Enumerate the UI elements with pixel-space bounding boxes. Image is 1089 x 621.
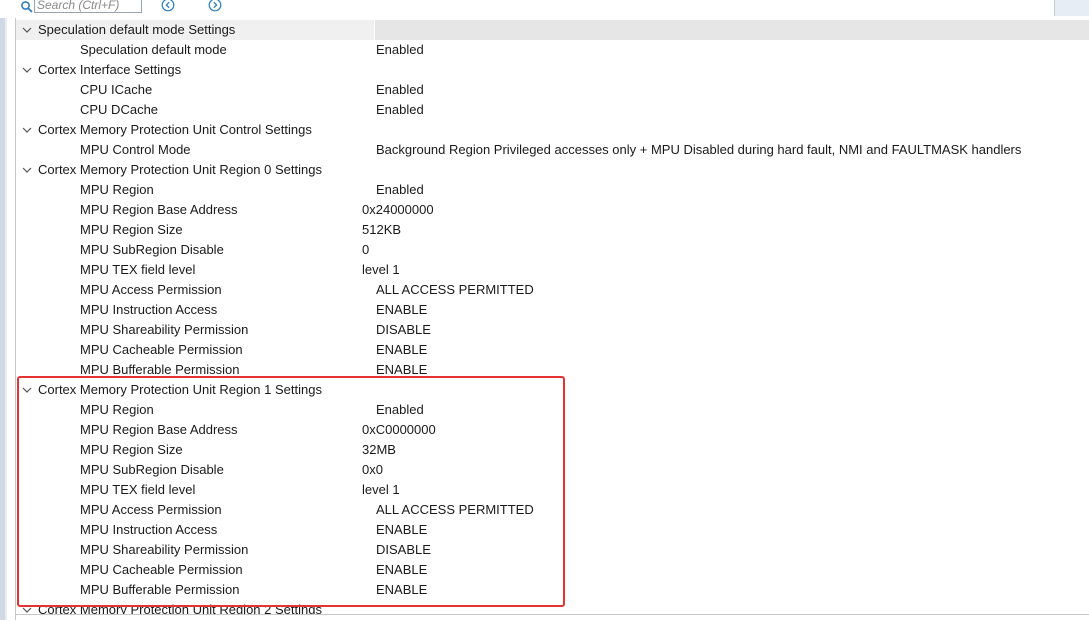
chevron-down-icon[interactable]	[22, 66, 32, 74]
param-value[interactable]: ALL ACCESS PERMITTED	[376, 500, 534, 520]
param-value[interactable]: DISABLE	[376, 320, 431, 340]
tree-param-row[interactable]: MPU Instruction Access ENABLE	[16, 300, 1089, 320]
tree-param-row[interactable]: MPU Region Base Address 0x24000000	[16, 200, 1089, 220]
settings-tree: Speculation default mode Settings Specula…	[16, 20, 1089, 620]
tree-param-row[interactable]: Speculation default mode Enabled	[16, 40, 1089, 60]
param-label: MPU SubRegion Disable	[80, 462, 224, 477]
tree-param-row[interactable]: MPU Shareability Permission DISABLE	[16, 540, 1089, 560]
tree-group-label: Cortex Interface Settings	[38, 62, 182, 77]
chevron-down-icon[interactable]	[22, 126, 32, 134]
param-value[interactable]: 512KB	[362, 220, 401, 240]
tree-param-row[interactable]: MPU Region Size 512KB	[16, 220, 1089, 240]
param-label: MPU Region Base Address	[80, 202, 238, 217]
chevron-down-icon[interactable]	[22, 386, 32, 394]
tree-param-row[interactable]: CPU ICache Enabled	[16, 80, 1089, 100]
param-label: MPU TEX field level	[80, 262, 196, 277]
tree-group-row[interactable]: Cortex Memory Protection Unit Region 0 S…	[16, 160, 1089, 180]
chevron-right-circle-icon[interactable]	[208, 0, 222, 12]
chevron-down-icon[interactable]	[22, 26, 32, 34]
tree-group-label: Cortex Memory Protection Unit Region 0 S…	[38, 162, 322, 177]
tree-param-row[interactable]: MPU Region Enabled	[16, 400, 1089, 420]
param-label: MPU Region Base Address	[80, 422, 238, 437]
toolbar	[0, 0, 1089, 18]
tree-param-row[interactable]: MPU Bufferable Permission ENABLE	[16, 580, 1089, 600]
param-value[interactable]: ENABLE	[376, 340, 427, 360]
tree-param-row[interactable]: MPU TEX field level level 1	[16, 480, 1089, 500]
param-label: MPU Cacheable Permission	[80, 562, 243, 577]
param-value[interactable]: 32MB	[362, 440, 396, 460]
param-label: MPU Access Permission	[80, 502, 222, 517]
param-value[interactable]: ENABLE	[376, 580, 427, 600]
left-panel-edge-inner	[5, 0, 7, 620]
tree-param-row[interactable]: MPU Bufferable Permission ENABLE	[16, 360, 1089, 380]
param-label: MPU Bufferable Permission	[80, 582, 240, 597]
tree-param-row[interactable]: MPU Control Mode Background Region Privil…	[16, 140, 1089, 160]
param-value[interactable]: ENABLE	[376, 300, 427, 320]
tree-group-row[interactable]: Cortex Interface Settings	[16, 60, 1089, 80]
param-label: MPU Region Size	[80, 442, 183, 457]
param-label: MPU Region	[80, 402, 154, 417]
param-label: MPU Shareability Permission	[80, 542, 249, 557]
param-label: MPU Instruction Access	[80, 522, 218, 537]
tree-param-row[interactable]: MPU TEX field level level 1	[16, 260, 1089, 280]
param-value[interactable]: ALL ACCESS PERMITTED	[376, 280, 534, 300]
tree-group-row[interactable]: Cortex Memory Protection Unit Control Se…	[16, 120, 1089, 140]
param-label: MPU TEX field level	[80, 482, 196, 497]
param-value[interactable]: level 1	[362, 260, 400, 280]
param-label: MPU Instruction Access	[80, 302, 218, 317]
tree-group-row[interactable]: Speculation default mode Settings	[16, 20, 1089, 40]
chevron-down-icon[interactable]	[22, 606, 32, 614]
param-label: MPU Shareability Permission	[80, 322, 249, 337]
tree-param-row[interactable]: MPU Cacheable Permission ENABLE	[16, 340, 1089, 360]
tree-param-row[interactable]: MPU Access Permission ALL ACCESS PERMITTE…	[16, 280, 1089, 300]
chevron-down-icon[interactable]	[22, 166, 32, 174]
chevron-left-circle-icon[interactable]	[161, 0, 175, 12]
tree-group-label: Speculation default mode Settings	[38, 22, 236, 37]
param-value[interactable]: Enabled	[376, 180, 424, 200]
tree-param-row[interactable]: MPU Region Enabled	[16, 180, 1089, 200]
param-value[interactable]: Enabled	[376, 40, 424, 60]
toolbar-corner	[1054, 0, 1089, 16]
param-value[interactable]: DISABLE	[376, 540, 431, 560]
param-label: CPU DCache	[80, 102, 159, 117]
param-label: MPU Region	[80, 182, 154, 197]
param-label: MPU Control Mode	[80, 142, 191, 157]
param-value[interactable]: 0	[362, 240, 369, 260]
param-label: CPU ICache	[80, 82, 153, 97]
param-label: MPU Access Permission	[80, 282, 222, 297]
param-value[interactable]: ENABLE	[376, 360, 427, 380]
search-input[interactable]	[34, 0, 142, 13]
param-value[interactable]: Enabled	[376, 100, 424, 120]
column-divider	[374, 20, 375, 40]
param-value[interactable]: level 1	[362, 480, 400, 500]
param-value[interactable]: ENABLE	[376, 560, 427, 580]
param-value[interactable]: Enabled	[376, 400, 424, 420]
tree-param-row[interactable]: MPU SubRegion Disable 0	[16, 240, 1089, 260]
param-label: MPU SubRegion Disable	[80, 242, 224, 257]
tree-param-row[interactable]: MPU Access Permission ALL ACCESS PERMITTE…	[16, 500, 1089, 520]
param-value[interactable]: 0xC0000000	[362, 420, 436, 440]
tree-group-row[interactable]: Cortex Memory Protection Unit Region 1 S…	[16, 380, 1089, 400]
tree-group-label: Cortex Memory Protection Unit Control Se…	[38, 122, 312, 137]
param-label: Speculation default mode	[80, 42, 227, 57]
tree-param-row[interactable]: MPU Region Size 32MB	[16, 440, 1089, 460]
tree-param-row[interactable]: MPU Shareability Permission DISABLE	[16, 320, 1089, 340]
row-value-bg	[374, 20, 1089, 40]
param-value[interactable]: 0x24000000	[362, 200, 434, 220]
param-label: MPU Cacheable Permission	[80, 342, 243, 357]
tree-group-label: Cortex Memory Protection Unit Region 1 S…	[38, 382, 322, 397]
search-icon	[21, 1, 33, 13]
tree-param-row[interactable]: MPU Instruction Access ENABLE	[16, 520, 1089, 540]
tree-param-row[interactable]: CPU DCache Enabled	[16, 100, 1089, 120]
param-label: MPU Bufferable Permission	[80, 362, 240, 377]
tree-param-row[interactable]: MPU Region Base Address 0xC0000000	[16, 420, 1089, 440]
param-value[interactable]: ENABLE	[376, 520, 427, 540]
param-label: MPU Region Size	[80, 222, 183, 237]
tree-param-row[interactable]: MPU SubRegion Disable 0x0	[16, 460, 1089, 480]
tree-param-row[interactable]: MPU Cacheable Permission ENABLE	[16, 560, 1089, 580]
param-value[interactable]: Background Region Privileged accesses on…	[376, 140, 1021, 160]
param-value[interactable]: Enabled	[376, 80, 424, 100]
param-value[interactable]: 0x0	[362, 460, 383, 480]
